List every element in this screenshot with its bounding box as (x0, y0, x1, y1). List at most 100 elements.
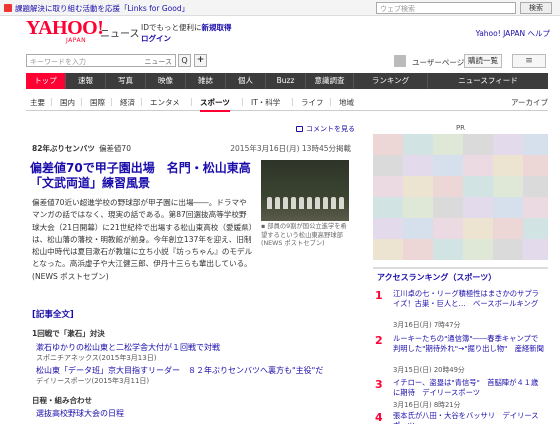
sub-nav-divider: | (110, 97, 113, 106)
related-link[interactable]: 漱石ゆかりの松山東と二松学舎大付が１回戦で対戦 (36, 342, 220, 353)
keyword-input[interactable]: キーワードを入力 ニュース (26, 54, 176, 67)
ad-tile (403, 197, 433, 218)
rank-title[interactable]: 江川卓の七・リーグ積極性はまさかのサプライズ！古巣・巨人と… ベースボールキング (393, 289, 545, 308)
rank-number: 4 (375, 411, 383, 424)
main-nav-video[interactable]: 映像 (146, 73, 186, 89)
main-nav-top[interactable]: トップ (26, 73, 66, 89)
sub-nav-domestic[interactable]: 国内 (60, 97, 75, 108)
main-nav-newsfeed[interactable]: ニュースフィード (428, 73, 548, 89)
yahoo-japan-logo[interactable]: YAHOO! JAPAN (26, 17, 104, 44)
ad-tile (523, 218, 548, 239)
ad-tile (523, 176, 548, 197)
article: コメントを見る 82年ぶりセンバツ 偏差値70 2015年3月16日(月) 13時… (26, 116, 363, 424)
main-nav-survey[interactable]: 意識調査 (306, 73, 354, 89)
service-name[interactable]: ニュース (100, 25, 140, 40)
top-links[interactable]: Yahoo! JAPAN ヘルプ (476, 28, 550, 39)
ad-tile (463, 197, 493, 218)
rank-title[interactable]: ルーキーたちの"通信簿"――春季キャンプで判明した"期待外れ"→"掘り出し物" … (393, 334, 545, 353)
user-page-link[interactable]: ユーザーページ (412, 57, 464, 68)
rank-meta: 3月16日(月) 8時21分 (393, 401, 461, 409)
sub-nav-life[interactable]: ライフ (301, 97, 324, 108)
rank-title[interactable]: 張本氏が八田・大谷をバッサリ デイリースポーツ (393, 411, 545, 424)
main-nav-magazine[interactable]: 雑誌 (186, 73, 226, 89)
ad-tile (373, 218, 403, 239)
comment-label: コメントを見る (306, 125, 355, 133)
sub-nav-economy[interactable]: 経済 (120, 97, 135, 108)
rank-meta: 3月16日(月) 7時47分 (393, 321, 461, 329)
sub-nav-divider: | (190, 97, 193, 106)
megaphone-icon (4, 4, 12, 12)
login-link[interactable]: ログイン (141, 34, 171, 43)
rank-number: 2 (375, 334, 383, 347)
sub-nav-divider: | (80, 97, 83, 106)
ad-tile (433, 155, 463, 176)
sub-nav: 主要 | 国内 | 国際 | 経済 | エンタメ | スポーツ | IT・科学 … (26, 93, 548, 112)
ad-tile (463, 155, 493, 176)
sub-nav-it-science[interactable]: IT・科学 (251, 97, 280, 108)
ad-tile (493, 176, 523, 197)
main-nav-photo[interactable]: 写真 (106, 73, 146, 89)
ad-tile (523, 134, 548, 155)
ad-tile (403, 239, 433, 260)
ad-tile (463, 134, 493, 155)
sub-nav-divider: | (140, 97, 143, 106)
ranking-title[interactable]: アクセスランキング（スポーツ） (373, 267, 548, 283)
ad-tile (433, 134, 463, 155)
comment-icon (296, 126, 303, 132)
register-link[interactable]: 新規取得 (202, 23, 232, 32)
sub-nav-entertainment[interactable]: エンタメ (150, 97, 180, 108)
ad-tile (523, 239, 548, 260)
ad-tile (373, 134, 403, 155)
ad-tile (403, 176, 433, 197)
player-figure (267, 197, 272, 209)
archive-link[interactable]: アーカイブ (511, 97, 548, 108)
rank-meta: 3月15日(日) 20時49分 (393, 366, 465, 374)
search-icon[interactable]: Q (178, 54, 191, 67)
main-nav-flash[interactable]: 速報 (66, 73, 106, 89)
ad-tile (433, 197, 463, 218)
article-date: 2015年3月16日(月) 13時45分掲載 (230, 144, 351, 153)
web-search-button[interactable]: 検索 (520, 2, 552, 14)
sub-nav-divider: | (50, 97, 53, 106)
keyword-placeholder: キーワードを入力 (30, 58, 86, 66)
plus-icon[interactable]: + (194, 54, 207, 67)
ad-banner[interactable] (373, 134, 548, 260)
ad-tile (373, 197, 403, 218)
ad-tile (523, 155, 548, 176)
ad-tile (493, 134, 523, 155)
sub-nav-divider: | (291, 97, 294, 106)
menu-icon[interactable]: ≡ (512, 54, 546, 68)
main-nav-ranking[interactable]: ランキング (354, 73, 428, 89)
article-photo[interactable] (261, 160, 349, 221)
main-nav: トップ 速報 写真 映像 雑誌 個人 Buzz 意識調査 ランキング ニュースフ… (26, 73, 548, 89)
player-figure (307, 197, 312, 209)
ad-tile (523, 197, 548, 218)
comment-link[interactable]: コメントを見る (296, 124, 355, 134)
sub-nav-divider: | (329, 97, 332, 106)
logo-text: YAHOO! (26, 17, 104, 39)
article-headline[interactable]: 偏差値70で甲子園出場 名門・松山東高「文武両道」練習風景 (30, 161, 252, 191)
related-link[interactable]: 松山東「データ班」京大目指すリーダー ８２年ぶりセンバツへ裏方も"主役"だ (36, 365, 323, 376)
main-nav-individual[interactable]: 個人 (226, 73, 266, 89)
caption-text: 部員の9割が国公立進学を希望するという松山東高野球部(NEWS ポストセブン) (261, 223, 347, 247)
player-figure (291, 197, 296, 209)
scope-select[interactable]: ニュース (144, 57, 172, 67)
related-link[interactable]: 選抜高校野球大会の日程 (36, 408, 124, 419)
sub-nav-main[interactable]: 主要 (30, 97, 45, 108)
ad-tile (373, 176, 403, 197)
kicker-main: 82年ぶりセンバツ (32, 144, 95, 153)
player-figure (299, 197, 304, 209)
rank-title[interactable]: イチロー、盗塁は"青信号" 首脳陣が４１歳に期待 デイリースポーツ (393, 378, 545, 397)
avatar[interactable] (394, 55, 406, 67)
ad-tile (463, 239, 493, 260)
follow-list-button[interactable]: 購読一覧 (464, 54, 502, 68)
sub-nav-region[interactable]: 地域 (339, 97, 354, 108)
sub-nav-international[interactable]: 国際 (90, 97, 105, 108)
main-nav-buzz[interactable]: Buzz (266, 73, 306, 89)
web-search-input[interactable]: ウェブ検索 (376, 2, 516, 14)
full-text-link[interactable]: [記事全文] (32, 308, 74, 320)
ad-tile (403, 155, 433, 176)
sub-nav-sports[interactable]: スポーツ (200, 97, 230, 112)
ad-tile (433, 239, 463, 260)
promo-link[interactable]: 課題解決に取り組む活動を応援「Links for Good」 (15, 3, 189, 14)
